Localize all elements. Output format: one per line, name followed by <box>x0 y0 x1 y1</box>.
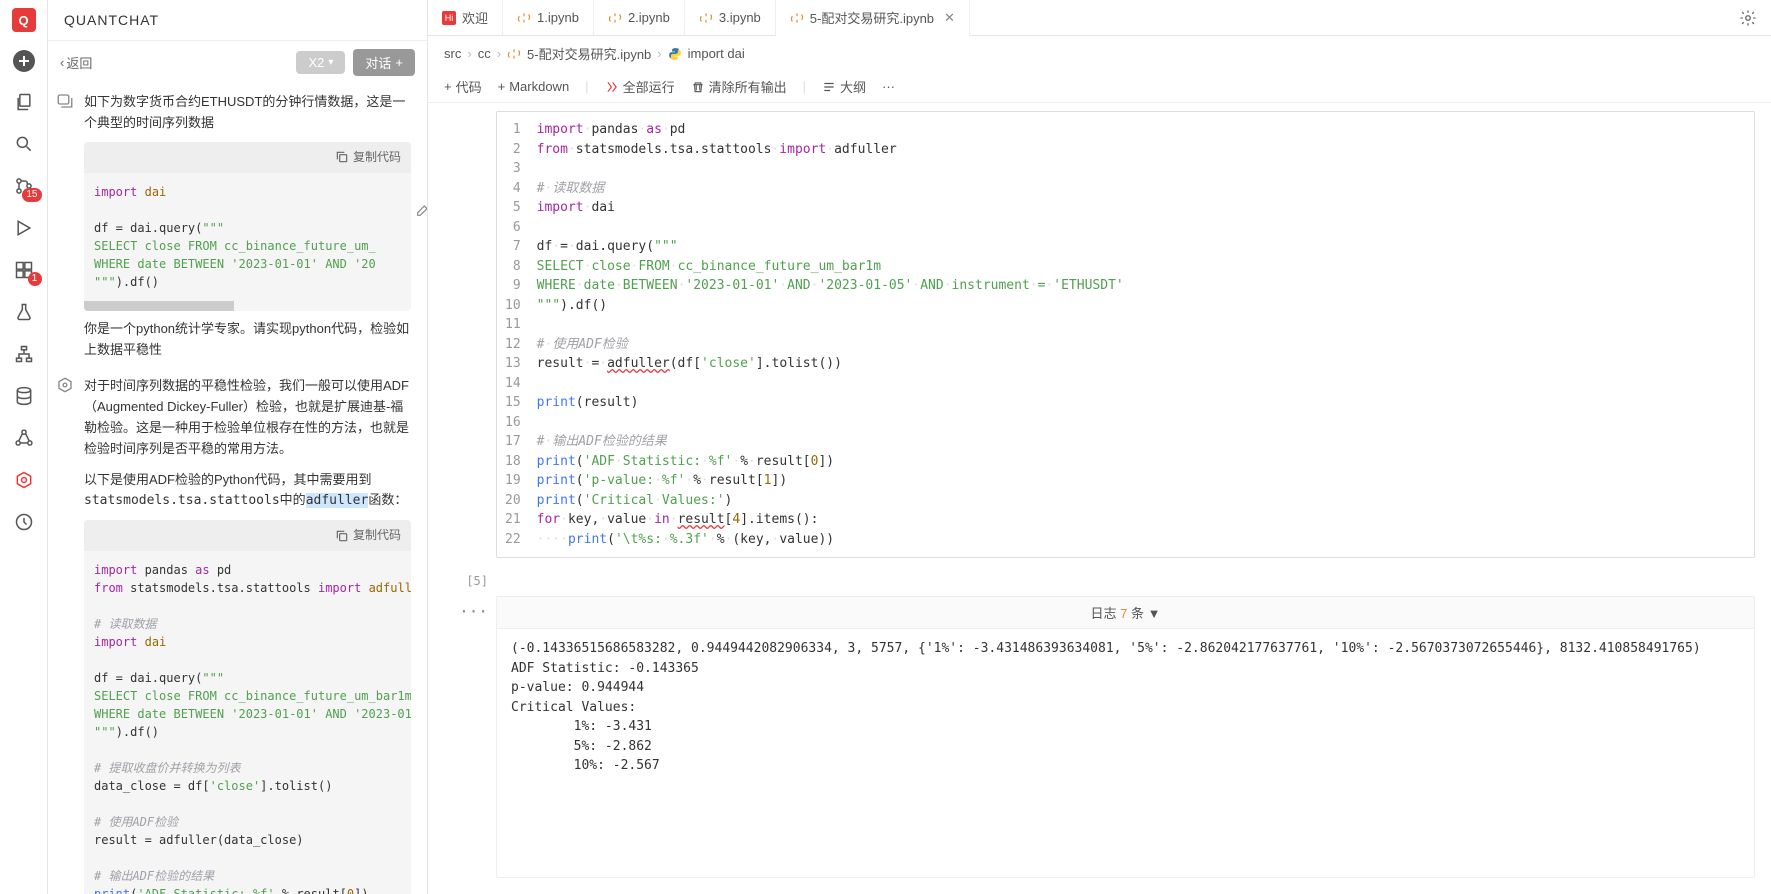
horizontal-scrollbar[interactable] <box>84 301 411 311</box>
chat-icon[interactable] <box>12 468 36 492</box>
settings-icon[interactable] <box>1725 0 1771 35</box>
code-cell[interactable]: 12345678910111213141516171819202122 impo… <box>496 111 1755 558</box>
tree-icon[interactable] <box>12 342 36 366</box>
tab-2[interactable]: 2.ipynb <box>594 0 685 35</box>
outline-button[interactable]: 大纲 <box>822 77 866 96</box>
chat-header: QUANTCHAT <box>48 0 427 41</box>
more-button[interactable]: ··· <box>882 79 895 94</box>
run-all-button[interactable]: 全部运行 <box>605 77 675 96</box>
output-block: 日志 7 条 ▼ (-0.14336515686583282, 0.944944… <box>496 596 1755 878</box>
line-numbers: 12345678910111213141516171819202122 <box>497 112 531 557</box>
user-avatar-icon <box>56 92 76 112</box>
timeline-icon[interactable] <box>12 510 36 534</box>
tab-5[interactable]: 5-配对交易研究.ipynb ✕ <box>776 0 970 36</box>
notebook-icon <box>608 11 622 25</box>
database-icon[interactable] <box>12 384 36 408</box>
notebook-icon <box>699 11 713 25</box>
files-icon[interactable] <box>12 90 36 114</box>
output-header[interactable]: 日志 7 条 ▼ <box>497 597 1754 629</box>
tab-1[interactable]: 1.ipynb <box>503 0 594 35</box>
back-button[interactable]: ‹ 返回 <box>60 53 288 72</box>
cell-gutter <box>458 111 488 558</box>
code-content: import pandas as pd from statsmodels.tsa… <box>84 551 411 894</box>
chat-mode-tag[interactable]: 对话 + <box>353 49 415 76</box>
model-tag[interactable]: X2 ▾ <box>296 51 345 74</box>
new-button[interactable] <box>13 50 35 72</box>
tab-3[interactable]: 3.ipynb <box>685 0 776 35</box>
flask-icon[interactable] <box>12 300 36 324</box>
bot-message: 对于时间序列数据的平稳性检验，我们一般可以使用ADF（Augmented Dic… <box>56 376 411 894</box>
notebook-toolbar: + 代码 + Markdown | 全部运行 清除所有输出 | 大纲 ··· <box>428 71 1771 103</box>
add-markdown-button[interactable]: + Markdown <box>498 79 570 94</box>
chat-title: QUANTCHAT <box>64 12 411 28</box>
scm-badge: 15 <box>22 188 41 202</box>
user-text: 如下为数字货币合约ETHUSDT的分钟行情数据，这是一个典型的时间序列数据 <box>84 92 411 134</box>
search-icon[interactable] <box>12 132 36 156</box>
user-code-block: 复制代码 import dai df = dai.query(""" SELEC… <box>84 142 411 311</box>
hi-icon: Hi <box>442 11 456 25</box>
cell-actions-icon[interactable]: ··· <box>458 596 488 878</box>
notebook-icon <box>507 47 521 61</box>
notebook-icon <box>790 11 804 25</box>
edit-message-icon[interactable] <box>415 202 427 218</box>
tab-welcome[interactable]: Hi 欢迎 <box>428 0 503 35</box>
notebook-icon <box>517 11 531 25</box>
python-icon <box>668 47 682 61</box>
extensions-icon[interactable]: 1 <box>12 258 36 282</box>
output-body: (-0.14336515686583282, 0.944944208290633… <box>497 629 1754 786</box>
bot-code-block: 复制代码 import pandas as pd from statsmodel… <box>84 520 411 894</box>
close-tab-icon[interactable]: ✕ <box>944 10 955 26</box>
chat-panel: QUANTCHAT ‹ 返回 X2 ▾ 对话 + 如下为数字货币合约ETHUSD… <box>48 0 428 894</box>
bot-text-2: 以下是使用ADF检验的Python代码，其中需要用到statsmodels.ts… <box>84 470 411 513</box>
bot-avatar-icon <box>56 376 76 396</box>
app-logo[interactable]: Q <box>12 8 36 32</box>
code-content: import dai df = dai.query(""" SELECT clo… <box>84 173 411 301</box>
bot-text-1: 对于时间序列数据的平稳性检验，我们一般可以使用ADF（Augmented Dic… <box>84 376 411 459</box>
activity-bar: Q 15 1 <box>0 0 48 894</box>
chat-body[interactable]: 如下为数字货币合约ETHUSDT的分钟行情数据，这是一个典型的时间序列数据 复制… <box>48 84 427 894</box>
copy-code-button[interactable]: 复制代码 <box>84 142 411 173</box>
clear-outputs-button[interactable]: 清除所有输出 <box>691 77 787 96</box>
add-code-button[interactable]: + 代码 <box>444 77 482 96</box>
source-control-icon[interactable]: 15 <box>12 174 36 198</box>
editor-area: Hi 欢迎 1.ipynb 2.ipynb 3.ipynb 5-配对交易研究.i… <box>428 0 1771 894</box>
copy-code-button[interactable]: 复制代码 <box>84 520 411 551</box>
code-editor[interactable]: import·pandas·as·pdfrom·statsmodels.tsa.… <box>531 112 1754 557</box>
editor-tabs: Hi 欢迎 1.ipynb 2.ipynb 3.ipynb 5-配对交易研究.i… <box>428 0 1771 36</box>
exec-count: [5] <box>458 566 488 588</box>
breadcrumb[interactable]: src› cc› 5-配对交易研究.ipynb› import dai <box>428 36 1771 71</box>
nodes-icon[interactable] <box>12 426 36 450</box>
user-text-2: 你是一个python统计学专家。请实现python代码，检验如上数据平稳性 <box>84 319 411 361</box>
ext-badge: 1 <box>28 272 42 286</box>
run-debug-icon[interactable] <box>12 216 36 240</box>
user-message: 如下为数字货币合约ETHUSDT的分钟行情数据，这是一个典型的时间序列数据 复制… <box>56 92 411 360</box>
